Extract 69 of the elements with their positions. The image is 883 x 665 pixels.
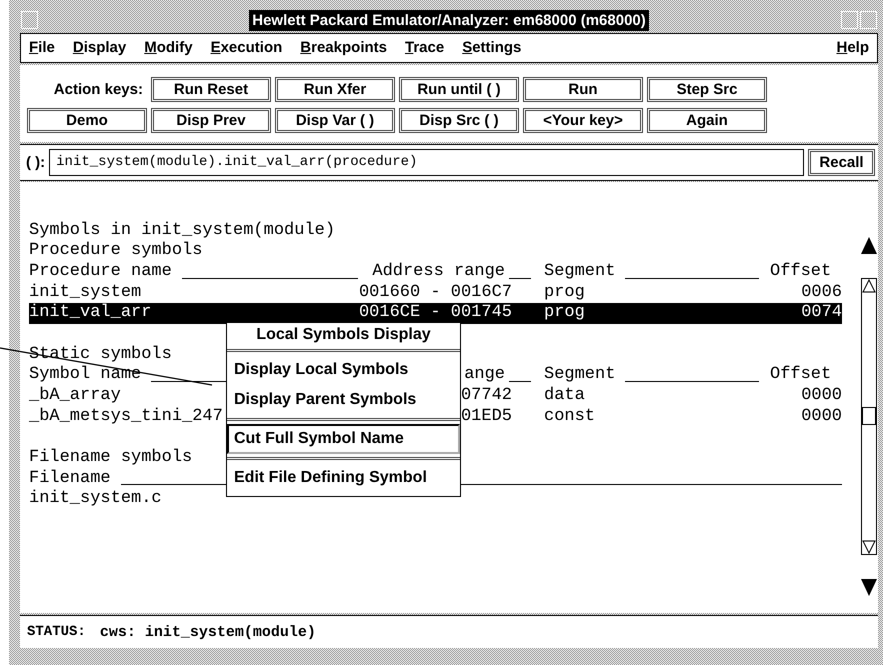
action-key-button[interactable]: Disp Src ( ) [399,108,519,133]
action-keys-label: Action keys: [52,80,144,100]
scrollbar-thumb[interactable] [862,406,876,425]
section-title: Static symbols [29,344,172,364]
command-label: ( ): [26,152,46,173]
table-cell: const [544,406,596,426]
menu-bar-item[interactable]: Execution [210,37,292,58]
table-cell: 0016CE - 001745 [358,303,512,322]
column-header: Segment [544,262,616,283]
column-header: Filename [29,468,111,490]
menu-title: Local Symbols Display [255,325,432,345]
table-cell: 001660 - 0016C7 [358,282,512,302]
menu-item[interactable]: Edit File Defining Symbol [227,463,460,493]
action-key-button[interactable]: <Your key> [523,108,643,133]
scroll-down-icon[interactable] [861,578,877,596]
section-title: Symbols in init_system(module) [29,220,336,240]
menu-item[interactable]: Display Local Symbols [227,355,460,385]
action-key-button[interactable]: Disp Prev [151,108,271,133]
column-header: Offset [770,365,832,386]
menu-bar-item[interactable]: Breakpoints [300,37,396,58]
action-key-button[interactable]: Step Src [647,76,767,102]
help-menu[interactable]: Help [836,37,869,58]
symbol-item[interactable]: init_system [29,282,142,302]
table-cell: 0074 [801,303,842,322]
table-cell: 0000 [801,386,842,406]
menu-bar-item[interactable]: Modify [144,37,202,58]
action-key-button[interactable]: Run until ( ) [399,76,519,102]
menu-bar-item[interactable]: Trace [404,37,454,58]
column-header: Address range [372,262,505,283]
action-key-button[interactable]: Disp Var ( ) [275,108,395,133]
table-cell: 0000 [801,406,842,426]
recall-button[interactable]: Recall [808,148,875,176]
action-key-button[interactable]: Again [647,108,767,133]
table-cell: 01ED5 [460,406,512,426]
status-text: cws: init_system(module) [100,624,316,641]
maximize-icon[interactable] [860,11,877,29]
column-header: Offset [770,262,832,283]
menu-bar-item[interactable]: Settings [462,37,530,58]
menu-bar-item[interactable]: Display [72,37,136,58]
section-title: Procedure symbols [29,241,202,260]
symbol-item[interactable]: init_system.c [29,489,162,508]
down-triangle-icon[interactable] [862,540,876,554]
action-key-button[interactable]: Run Reset [151,76,271,102]
symbol-item[interactable]: _bA_array [29,386,121,406]
section-title: Filename symbols [29,448,192,468]
minimize-icon[interactable] [841,11,858,29]
action-key-button[interactable]: Run Xfer [275,76,395,102]
table-cell: 07742 [460,386,512,406]
window-title: Hewlett Packard Emulator/Analyzer: em68000 (m68000) [249,10,649,32]
symbol-item[interactable]: _bA_metsys_tini_247 [29,406,223,426]
command-field[interactable]: init_system(module).init_val_arr(procedure) [49,148,804,176]
menu-item[interactable]: Cut Full Symbol Name [227,424,460,454]
scrollbar[interactable] [861,278,877,555]
column-header: ange [464,365,505,386]
action-key-button[interactable]: Run [523,76,643,102]
up-triangle-icon[interactable] [862,278,876,293]
window-menu-icon[interactable] [21,11,38,29]
menu-bar-item[interactable]: File [29,37,64,58]
table-cell: data [544,386,585,406]
scroll-up-icon[interactable] [861,236,877,254]
menu-item[interactable]: Display Parent Symbols [227,385,460,415]
action-key-button[interactable]: Demo [27,108,147,133]
column-header: Procedure name [29,262,172,283]
table-cell: prog [544,303,585,322]
column-header: Segment [544,365,616,386]
status-label: STATUS: [27,624,86,640]
table-cell: prog [544,282,585,302]
symbol-item[interactable]: init_val_arr [29,303,152,322]
table-cell: 0006 [801,282,842,302]
